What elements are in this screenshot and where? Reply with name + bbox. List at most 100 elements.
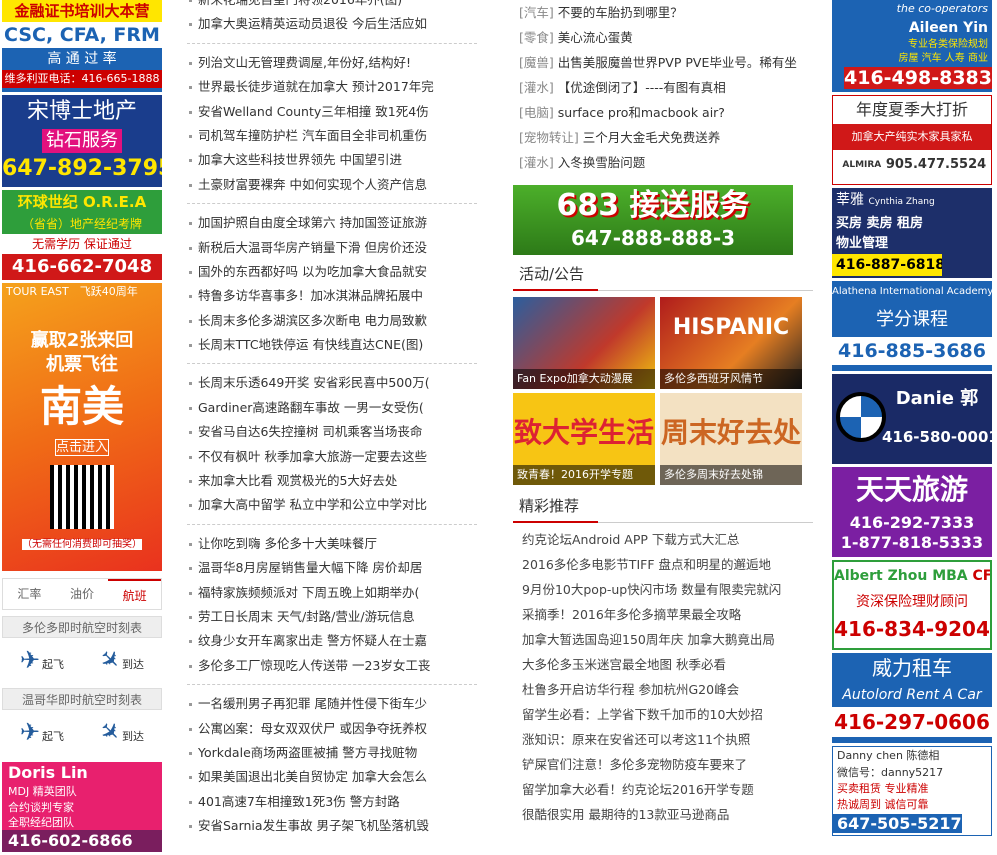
news-item[interactable]: 一名缓刑男子再犯罪 尾随并性侵下街车少 <box>187 692 477 716</box>
forum-post-title[interactable]: 美心流心蛋黄 <box>558 30 633 45</box>
forum-category[interactable]: [零食] <box>519 30 554 45</box>
recommend-item[interactable]: 铲屎官们注意！多伦多宠物防疫车要来了 <box>513 752 813 777</box>
forum-category[interactable]: [灌水] <box>519 80 554 95</box>
news-item[interactable]: 国外的东西都好吗 以为吃加拿大食品就安 <box>187 260 477 284</box>
ad-alathena-academy[interactable]: Alathena International Academy 学分课程 416-… <box>832 281 992 371</box>
forum-post[interactable]: [魔兽] 出售美服魔兽世界PVP PVE毕业号。稀有坐 <box>513 50 813 75</box>
news-item[interactable]: 多伦多工厂惊现吃人传送带 一23岁女工丧 <box>187 654 477 678</box>
ad-tiantian-travel[interactable]: 天天旅游 416-292-7333 1-877-818-5333 <box>832 467 992 557</box>
tab-exchange-rate[interactable]: 汇率 <box>3 579 56 609</box>
ad-line: 高 通 过 率 <box>47 51 117 67</box>
news-item[interactable]: 长周末乐透649开奖 安省彩民喜中500万( <box>187 371 477 395</box>
ad-line: 莘雅 Cynthia Zhang <box>836 188 992 214</box>
recommend-item[interactable]: 2016多伦多电影节TIFF 盘点和明星的邂逅地 <box>513 552 813 577</box>
news-item[interactable]: 新来花瑞见自皇门将领2016年乔(图) <box>187 0 477 12</box>
news-separator <box>187 363 477 365</box>
ad-dr-song-realty[interactable]: 宋博士地产 钻石服务 647-892-3795 <box>2 95 162 187</box>
forum-post-title[interactable]: 入冬换雪胎问题 <box>558 155 646 170</box>
forum-post[interactable]: [灌水] 【优途倒闭了】----有图有真相 <box>513 75 813 100</box>
recommend-item[interactable]: 涨知识：原来在安省还可以考这11个执照 <box>513 727 813 752</box>
recommend-item[interactable]: 采摘季！2016年多伦多摘苹果最全攻略 <box>513 602 813 627</box>
departures-button[interactable]: ✈ 起飞 <box>20 720 64 744</box>
forum-post-title[interactable]: 出售美服魔兽世界PVP PVE毕业号。稀有坐 <box>558 55 797 70</box>
forum-category[interactable]: [灌水] <box>519 155 554 170</box>
news-item[interactable]: 加拿大奥运精英运动员退役 今后生活应如 <box>187 12 477 36</box>
news-item[interactable]: 司机驾车撞防护栏 汽车面目全非司机重伤 <box>187 124 477 148</box>
news-item[interactable]: 安省马自达6失控撞树 司机乘客当场丧命 <box>187 420 477 444</box>
ad-autolord-rental[interactable]: 威力租车 Autolord Rent A Car 416-297-0606 <box>832 653 992 743</box>
ad-line: 微信号：danny5217 <box>837 766 944 779</box>
forum-category[interactable]: [魔兽] <box>519 55 554 70</box>
news-item[interactable]: 安省Welland County三年相撞 致1死4伤 <box>187 100 477 124</box>
news-item[interactable]: 长周末TTC地铁停运 有快线直达CNE(图) <box>187 333 477 357</box>
ad-683-shuttle[interactable]: 683 接送服务 647-888-888-3 <box>513 185 793 255</box>
news-item[interactable]: 新税后大温哥华房产销量下滑 但房价还没 <box>187 236 477 260</box>
forum-category[interactable]: [电脑] <box>519 105 554 120</box>
news-item[interactable]: 劳工日长周末 天气/封路/营业/游玩信息 <box>187 605 477 629</box>
forum-post[interactable]: [电脑] surface pro和macbook air? <box>513 100 813 125</box>
recommend-item[interactable]: 很酷很实用 最期待的13款亚马逊商品 <box>513 802 813 827</box>
forum-category[interactable]: [宠物转让] <box>519 130 579 145</box>
ad-doris-lin[interactable]: Doris Lin MDJ 精英团队 合约谈判专家 全职经纪团队 416-602… <box>2 762 162 852</box>
news-item[interactable]: Yorkdale商场两盗匪被捕 警方寻找赃物 <box>187 741 477 765</box>
ad-bmw-danie[interactable]: Danie 郭 416-580-0001 <box>832 374 992 464</box>
news-item[interactable]: 安省Sarnia发生事故 男子架飞机坠落机毁 <box>187 814 477 838</box>
ad-global-century[interactable]: 环球世纪 O.R.E.A （省省）地产经纪考牌 无需学历 保证通过 416-66… <box>2 190 162 280</box>
event-card[interactable]: 周末好去处 多伦多周末好去处锦 <box>660 393 802 485</box>
news-item[interactable]: 加拿大这些科技世界领先 中国望引进 <box>187 148 477 172</box>
tab-flights[interactable]: 航班 <box>108 579 162 609</box>
news-item[interactable]: 如果美国退出北美自贸协定 加拿大会怎么 <box>187 765 477 789</box>
recommend-item[interactable]: 留学加拿大必看！约克论坛2016开学专题 <box>513 777 813 802</box>
news-item[interactable]: 401高速7车相撞致1死3伤 警方封路 <box>187 790 477 814</box>
news-item[interactable]: 特鲁多访华喜事多！加冰淇淋品牌拓展中 <box>187 284 477 308</box>
forum-post-title[interactable]: 三个月大金毛犬免费送养 <box>583 130 721 145</box>
ad-almira-furniture[interactable]: 年度夏季大打折 加拿大产纯实木家具家私 ALMIRA 905.477.5524 <box>832 95 992 185</box>
tab-gas-price[interactable]: 油价 <box>56 579 109 609</box>
ad-spacer <box>2 301 162 329</box>
ad-aileen-yin[interactable]: the co-operators Aileen Yin 专业各类保险规划 房屋 … <box>832 0 992 92</box>
news-item[interactable]: 加国护照自由度全球第六 持加国签证旅游 <box>187 211 477 235</box>
arrivals-button[interactable]: ✈ 到达 <box>93 643 144 677</box>
forum-post-title[interactable]: surface pro和macbook air? <box>558 105 725 120</box>
recommend-item[interactable]: 大多伦多玉米迷宫最全地图 秋季必看 <box>513 652 813 677</box>
recommend-item[interactable]: 约克论坛Android APP 下载方式大汇总 <box>513 527 813 552</box>
news-item[interactable]: 不仅有枫叶 秋季加拿大旅游一定要去这些 <box>187 445 477 469</box>
news-item[interactable]: 世界最长徒步道就在加拿大 预计2017年完 <box>187 75 477 99</box>
ad-finance-cert[interactable]: 金融证书培训大本营 CSC, CFA, FRM 高 通 过 率 维多利亚电话：4… <box>2 0 162 92</box>
news-item[interactable]: 加拿大高中留学 私立中学和公立中学对比 <box>187 493 477 517</box>
ad-cynthia-zhang[interactable]: 莘雅 Cynthia Zhang 买房 卖房 租房 物业管理 416-887-6… <box>832 188 992 278</box>
ad-enter-button[interactable]: 点击进入 <box>54 439 109 456</box>
recommend-item[interactable]: 9月份10大pop-up快闪市场 数量有限卖完就闪 <box>513 577 813 602</box>
event-card[interactable]: 致大学生活 致青春！2016开学专题 <box>513 393 655 485</box>
recommend-item[interactable]: 留学生必看：上学省下数千加币的10大妙招 <box>513 702 813 727</box>
recommend-item[interactable]: 杜鲁多开启访华行程 参加杭州G20峰会 <box>513 677 813 702</box>
tab-bar: 汇率 油价 航班 <box>2 578 162 610</box>
forum-post-title[interactable]: 【优途倒闭了】----有图有真相 <box>558 80 726 95</box>
news-item[interactable]: 让你吃到嗨 多伦多十大美味餐厅 <box>187 532 477 556</box>
ad-tour-east[interactable]: TOUR EAST 飞跃40周年 赢取2张来回 机票飞往 南美 点击进入 （无需… <box>2 283 162 571</box>
forum-post-title[interactable]: 不要的车胎扔到哪里？ <box>558 5 683 20</box>
news-item[interactable]: 列治文山无管理费调屋,年份好,结构好! <box>187 51 477 75</box>
forum-category[interactable]: [汽车] <box>519 5 554 20</box>
forum-post[interactable]: [零食] 美心流心蛋黄 <box>513 25 813 50</box>
ad-brand-sub: O.R.E.A <box>83 193 147 211</box>
ad-albert-zhou[interactable]: Albert Zhou MBA CFP 资深保险理财顾问 416-834-920… <box>832 560 992 650</box>
news-item[interactable]: 温哥华8月房屋销售量大幅下降 房价却居 <box>187 556 477 580</box>
news-item[interactable]: 福特家族频频派对 下周五晚上如期举办( <box>187 581 477 605</box>
news-item[interactable]: 土豪财富要裸奔 中如何实现个人资产信息 <box>187 173 477 197</box>
news-item[interactable]: 公寓凶案：母女双双伏尸 或因争夺抚养权 <box>187 717 477 741</box>
news-item[interactable]: 来加拿大比看 观赏极光的5大好去处 <box>187 469 477 493</box>
ad-danny-chen[interactable]: Danny chen 陈德相 微信号：danny5217 买卖租赁 专业精准 热… <box>832 746 992 836</box>
departures-button[interactable]: ✈ 起飞 <box>20 648 64 672</box>
arrivals-button[interactable]: ✈ 到达 <box>93 715 144 749</box>
forum-post[interactable]: [汽车] 不要的车胎扔到哪里？ <box>513 0 813 25</box>
ad-line: 机票飞往 <box>46 354 118 375</box>
news-item[interactable]: Gardiner高速路翻车事故 一男一女受伤( <box>187 396 477 420</box>
news-item[interactable]: 长周末多伦多湖滨区多次断电 电力局致歉 <box>187 309 477 333</box>
event-card[interactable]: Fan Expo加拿大动漫展 <box>513 297 655 389</box>
event-card[interactable]: HISPANIC 多伦多西班牙风情节 <box>660 297 802 389</box>
news-item[interactable]: 纹身少女开车离家出走 警方怀疑人在士嘉 <box>187 629 477 653</box>
forum-post[interactable]: [灌水] 入冬换雪胎问题 <box>513 150 813 175</box>
recommend-item[interactable]: 加拿大暂选国岛迎150周年庆 加拿大鹅竟出局 <box>513 627 813 652</box>
forum-post[interactable]: [宠物转让] 三个月大金毛犬免费送养 <box>513 125 813 150</box>
